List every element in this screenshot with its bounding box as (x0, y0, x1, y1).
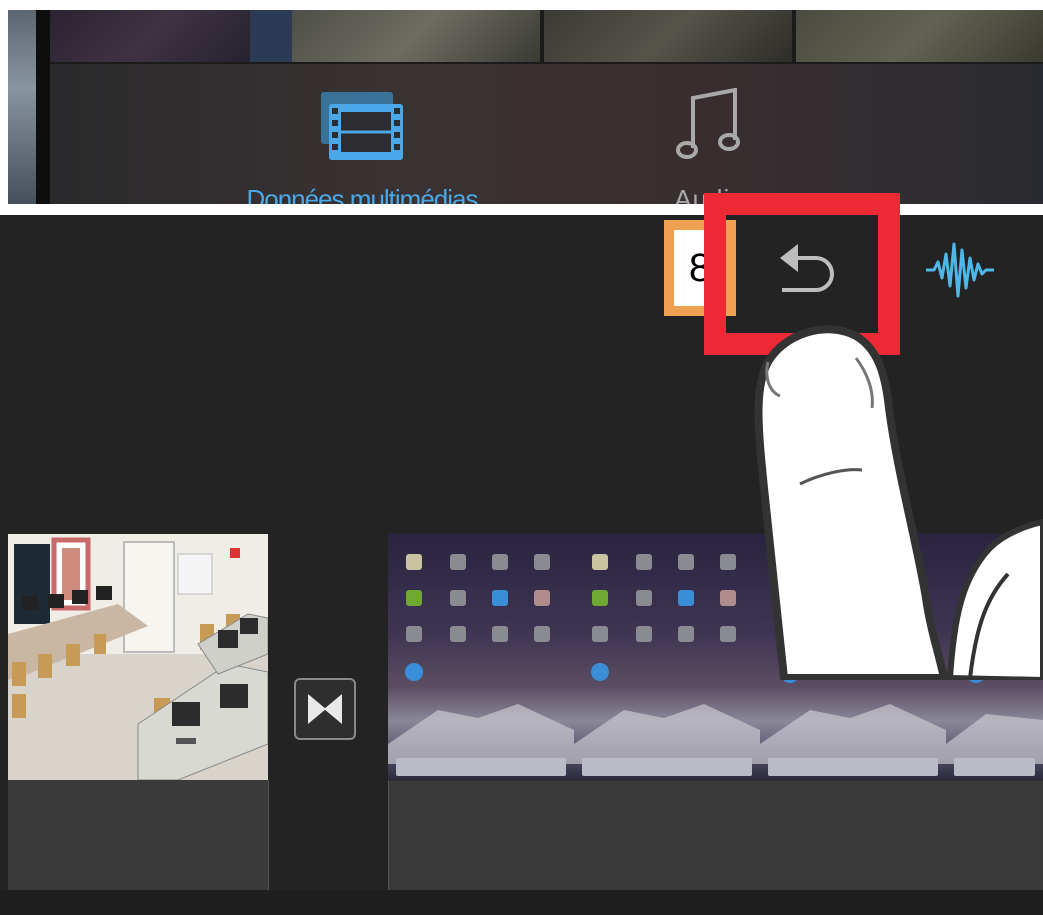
media-browser: Données multimédias Audio (8, 10, 1043, 204)
bottom-bar (0, 890, 1043, 915)
media-thumbnail[interactable] (292, 10, 540, 62)
pointing-finger-icon (754, 325, 1043, 680)
ipad-dock (954, 758, 1035, 776)
clip-audio-track[interactable] (388, 780, 1043, 892)
ipad-dock (582, 758, 752, 776)
ipad-frame[interactable] (574, 534, 760, 780)
classroom-photo (8, 534, 268, 780)
ipad-frame[interactable] (388, 534, 574, 780)
clip-audio-track[interactable] (8, 780, 269, 891)
media-thumbnail[interactable] (250, 10, 292, 62)
waveform-icon[interactable] (924, 236, 996, 302)
bowtie-transition-icon[interactable] (294, 678, 356, 740)
media-thumbnail[interactable] (50, 10, 250, 62)
classroom-clip[interactable] (8, 534, 268, 780)
media-thumbnail[interactable] (544, 10, 792, 62)
preview-thumbnail-left[interactable] (8, 10, 36, 204)
media-thumbnail[interactable] (796, 10, 1043, 62)
tab-media[interactable]: Données multimédias (242, 86, 482, 204)
tab-audio[interactable]: Audio (590, 86, 830, 204)
panel-divider (36, 10, 50, 204)
film-icon (321, 92, 403, 160)
undo-icon[interactable] (776, 238, 840, 298)
ipad-dock (396, 758, 566, 776)
ipad-dock (768, 758, 938, 776)
media-tab-bar: Données multimédias Audio (50, 64, 1043, 204)
music-note-icon (676, 88, 740, 159)
tab-media-label: Données multimédias (246, 184, 478, 204)
